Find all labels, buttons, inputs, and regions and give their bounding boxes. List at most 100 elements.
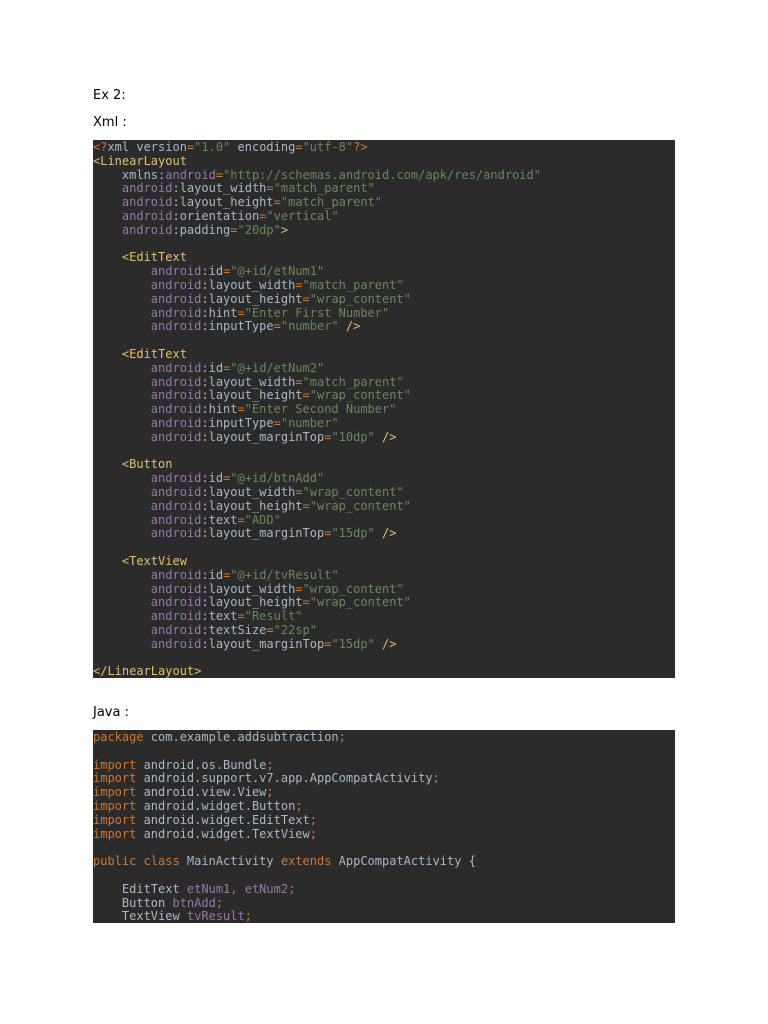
- code-token: "wrap_content": [302, 581, 404, 596]
- code-token: >: [280, 222, 289, 237]
- code-token: Button: [93, 895, 173, 910]
- code-token: =: [295, 277, 303, 292]
- code-line: import android.widget.TextView;: [93, 826, 675, 842]
- code-line: Button btnAdd;: [93, 895, 675, 911]
- code-token: :layout_marginTop: [201, 636, 325, 651]
- code-token: :layout_width: [172, 181, 267, 196]
- code-token: :text: [201, 609, 238, 624]
- code-line: android:orientation="vertical": [93, 208, 675, 224]
- code-token: :layout_height: [172, 195, 274, 210]
- code-token: android: [93, 498, 202, 513]
- code-line: android:id="@+id/etNum2": [93, 360, 675, 376]
- code-token: "20dp": [237, 222, 281, 237]
- code-token: android: [93, 567, 202, 582]
- code-token: ;: [338, 730, 346, 744]
- code-token: public class: [93, 854, 180, 869]
- code-line: android:text="Result": [93, 609, 675, 624]
- code-token: :id: [201, 567, 224, 582]
- code-token: =: [302, 388, 310, 403]
- code-token: "15dp": [331, 636, 375, 651]
- code-token: "match_parent": [302, 374, 404, 389]
- code-token: ;: [288, 881, 296, 896]
- code-line: android:layout_marginTop="15dp" />: [93, 636, 675, 652]
- code-token: ;: [309, 812, 317, 827]
- code-token: :hint: [201, 402, 238, 417]
- code-token: TextView: [93, 909, 187, 923]
- code-token: =: [273, 195, 281, 210]
- code-token: android: [93, 374, 202, 389]
- code-token: "@+id/etNum2": [230, 360, 325, 375]
- code-line: android:layout_height="wrap_content": [93, 388, 675, 403]
- code-token: etNum2: [244, 881, 289, 896]
- code-line: <EditText: [93, 250, 675, 265]
- code-token: "@+id/tvResult": [230, 567, 339, 582]
- code-token: "number": [280, 319, 339, 334]
- code-token: "vertical": [266, 208, 339, 223]
- code-token: :id: [201, 264, 224, 279]
- code-line: <?xml version="1.0" encoding="utf-8"?>: [93, 140, 675, 155]
- code-token: :inputType: [201, 415, 274, 430]
- code-token: android: [93, 402, 202, 417]
- code-token: />: [374, 636, 397, 651]
- code-token: "match_parent": [273, 181, 375, 196]
- code-token: com.example.addsubtraction: [143, 730, 339, 744]
- code-line: android:inputType="number": [93, 415, 675, 431]
- code-line: import android.view.View;: [93, 785, 675, 800]
- code-token: import: [93, 826, 137, 841]
- code-token: xml version: [107, 140, 187, 154]
- code-token: =: [237, 402, 245, 417]
- code-token: =: [302, 291, 310, 306]
- code-line: android:layout_marginTop="10dp" />: [93, 429, 675, 445]
- code-line: android:layout_height="wrap_content": [93, 291, 675, 307]
- code-token: android: [93, 319, 202, 334]
- code-token: </LinearLayout>: [93, 664, 202, 678]
- xml-section-label: Xml :: [93, 115, 127, 130]
- code-line: EditText etNum1, etNum2;: [93, 881, 675, 897]
- code-token: =: [266, 622, 274, 637]
- code-token: android: [93, 595, 202, 610]
- code-token: android: [93, 471, 202, 486]
- code-line: <TextView: [93, 554, 675, 569]
- code-line: import android.widget.EditText;: [93, 812, 675, 828]
- code-line: android:layout_width="match_parent": [93, 277, 675, 293]
- code-token: "Enter Second Number": [244, 402, 397, 417]
- code-token: =: [295, 140, 303, 154]
- code-token: "Result": [244, 609, 303, 624]
- code-token: :orientation: [172, 208, 260, 223]
- code-token: <EditText: [93, 346, 187, 361]
- code-token: android: [93, 429, 202, 444]
- code-line: android:id="@+id/btnAdd": [93, 471, 675, 486]
- code-token: :layout_width: [201, 277, 296, 292]
- code-token: :layout_marginTop: [201, 526, 325, 541]
- code-token: ;: [309, 826, 317, 841]
- code-token: "wrap_content": [302, 484, 404, 499]
- code-token: :hint: [201, 305, 238, 320]
- code-token: =: [237, 512, 245, 527]
- code-token: "ADD": [244, 512, 281, 527]
- code-token: "utf-8": [302, 140, 354, 154]
- code-token: "number": [280, 415, 339, 430]
- code-line: <Button: [93, 457, 675, 472]
- code-token: tvResult: [186, 909, 245, 923]
- code-token: import: [93, 798, 137, 813]
- code-token: "15dp": [331, 526, 375, 541]
- exercise-heading: Ex 2:: [93, 88, 126, 103]
- code-token: android: [93, 622, 202, 637]
- code-token: android.view.View: [136, 785, 267, 800]
- code-token: import: [93, 785, 137, 800]
- code-line: android:layout_height="match_parent": [93, 195, 675, 210]
- code-token: android.widget.Button: [136, 798, 296, 813]
- code-token: "1.0": [194, 140, 231, 154]
- code-token: "wrap_content": [309, 498, 411, 513]
- code-token: "Enter First Number": [244, 305, 390, 320]
- code-token: :layout_height: [201, 291, 303, 306]
- code-token: =: [295, 484, 303, 499]
- code-token: android.widget.EditText: [136, 812, 310, 827]
- code-token: "wrap_content": [309, 595, 411, 610]
- code-token: <LinearLayout: [93, 153, 187, 168]
- code-token: "10dp": [331, 429, 375, 444]
